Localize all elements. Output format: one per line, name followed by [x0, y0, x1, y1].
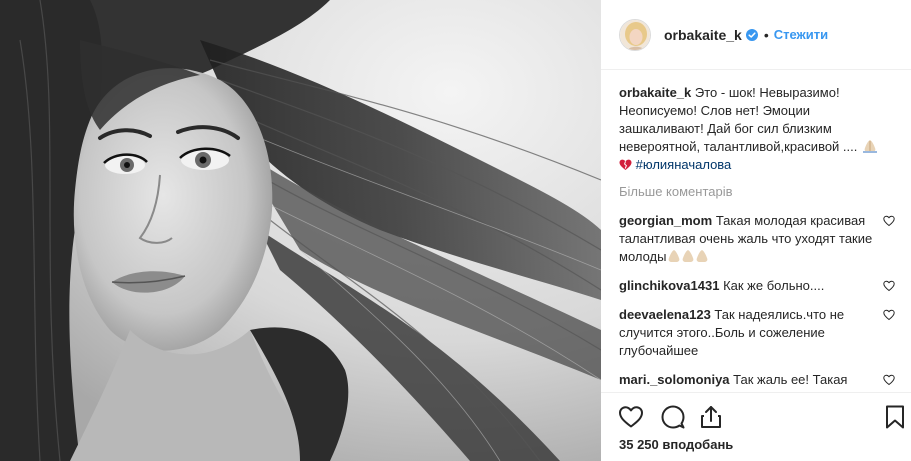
comment-item: mari._solomoniya Так жаль ее! Такая моло… [619, 371, 895, 390]
instagram-post-modal: orbakaite_k • Стежити orbakaite_k Это - … [0, 0, 911, 461]
avatar-image [620, 19, 650, 50]
broken-heart-emoji-icon [619, 159, 632, 170]
post-side-panel: orbakaite_k • Стежити orbakaite_k Это - … [601, 0, 911, 461]
comment-item: glinchikova1431 Как же больно.... [619, 277, 895, 295]
post-photo[interactable] [0, 0, 601, 461]
like-heart-icon[interactable] [618, 404, 644, 430]
portrait-image [0, 0, 601, 461]
comment-item: georgian_mom Такая молодая красивая тала… [619, 212, 895, 266]
post-actions-bar [601, 392, 911, 438]
verified-badge-icon [745, 28, 758, 41]
likes-count[interactable]: 35 250 вподобань [619, 437, 733, 452]
folded-hands-emoji-icon [863, 140, 878, 153]
comment-like-heart-icon[interactable] [883, 280, 895, 292]
comment-like-heart-icon[interactable] [883, 215, 895, 227]
header-separator: • [763, 26, 769, 43]
post-caption: orbakaite_k Это - шок! Невыразимо! Неопи… [619, 84, 895, 174]
comment-username[interactable]: mari._solomoniya [619, 372, 730, 387]
comment-username[interactable]: georgian_mom [619, 213, 712, 228]
follow-button[interactable]: Стежити [774, 27, 828, 42]
bookmark-icon[interactable] [882, 404, 908, 430]
caption-username[interactable]: orbakaite_k [619, 85, 691, 100]
post-header: orbakaite_k • Стежити [601, 0, 911, 70]
caption-hashtag[interactable]: #юлияначалова [636, 157, 732, 172]
comment-text: Как же больно.... [723, 278, 825, 293]
author-avatar[interactable] [619, 18, 651, 51]
comment-item: deevaelena123 Так надеялись.что не случи… [619, 306, 895, 360]
comment-username[interactable]: deevaelena123 [619, 307, 711, 322]
load-more-comments-button[interactable]: Більше коментарів [619, 183, 895, 201]
share-upload-icon[interactable] [698, 404, 724, 430]
comment-username[interactable]: glinchikova1431 [619, 278, 719, 293]
comment-bubble-icon[interactable] [660, 404, 686, 430]
folded-hands-emoji-icon [668, 250, 707, 262]
comment-like-heart-icon[interactable] [883, 309, 895, 321]
comment-like-heart-icon[interactable] [883, 374, 895, 386]
comments-list: orbakaite_k Это - шок! Невыразимо! Неопи… [619, 84, 895, 390]
author-username[interactable]: orbakaite_k [664, 27, 742, 43]
